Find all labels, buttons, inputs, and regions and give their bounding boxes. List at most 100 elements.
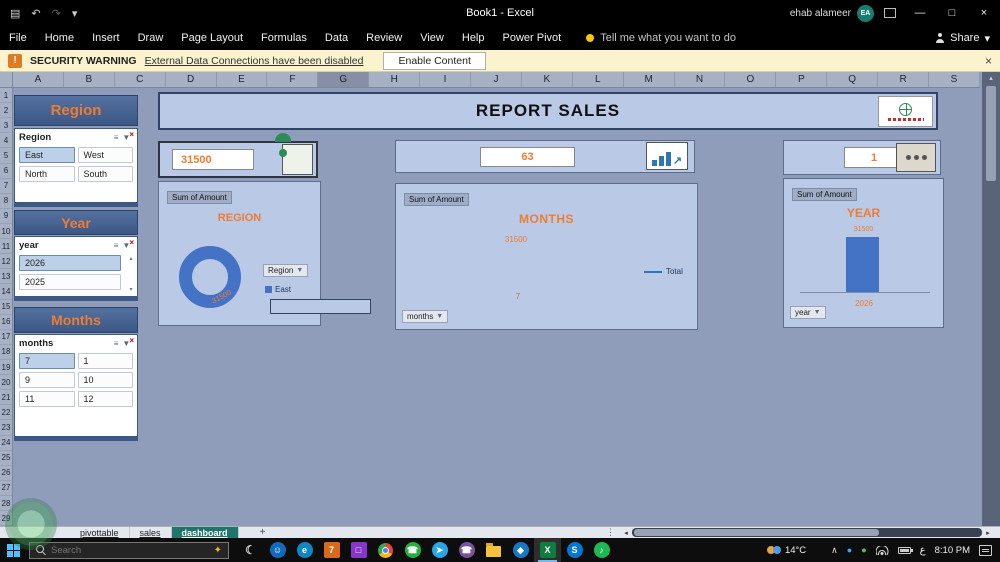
column-header-f[interactable]: F	[267, 72, 319, 87]
row-header-17[interactable]: 17	[0, 330, 12, 345]
slicer-item-10[interactable]: 10	[77, 372, 133, 388]
redo-icon[interactable]: ↷	[52, 7, 61, 20]
row-header-10[interactable]: 10	[0, 224, 12, 240]
sheet-tab-sales[interactable]: sales	[130, 526, 172, 539]
kpi-year-count[interactable]: 1	[783, 140, 941, 175]
horizontal-scroll-thumb[interactable]	[634, 529, 879, 536]
selected-cell[interactable]	[270, 299, 371, 314]
whatsapp-icon[interactable]: ☎	[399, 538, 426, 562]
wifi-icon[interactable]	[875, 545, 889, 555]
slicer-item-north[interactable]: North	[19, 166, 75, 182]
ribbon-tab-data[interactable]: Data	[316, 26, 357, 50]
spotify-icon[interactable]: ♪	[588, 538, 615, 562]
row-header-23[interactable]: 23	[0, 420, 12, 436]
column-header-q[interactable]: Q	[827, 72, 879, 87]
ribbon-tab-power-pivot[interactable]: Power Pivot	[494, 26, 571, 50]
row-header-21[interactable]: 21	[0, 390, 12, 406]
show-hidden-icons[interactable]: ∧	[831, 545, 838, 556]
multi-select-icon[interactable]: ≡	[114, 133, 119, 142]
column-header-j[interactable]: J	[471, 72, 522, 87]
row-header-20[interactable]: 20	[0, 375, 12, 391]
column-header-p[interactable]: P	[776, 72, 828, 87]
browser-icon[interactable]: ◆	[507, 538, 534, 562]
save-icon[interactable]: ▤	[10, 7, 20, 20]
row-header-6[interactable]: 6	[0, 164, 12, 179]
region-slicer[interactable]: Region ≡ ▼ × East West North South	[14, 128, 138, 207]
vertical-scrollbar[interactable]: ▴	[982, 72, 1000, 526]
ribbon-tab-insert[interactable]: Insert	[83, 26, 129, 50]
horizontal-scrollbar[interactable]: ◂ ▸	[620, 527, 994, 539]
row-header-7[interactable]: 7	[0, 179, 12, 194]
column-header-e[interactable]: E	[217, 72, 268, 87]
ribbon-tab-file[interactable]: File	[0, 26, 36, 50]
scroll-right-icon[interactable]: ▸	[982, 529, 994, 537]
close-button[interactable]: ×	[968, 0, 1000, 26]
column-header-c[interactable]: C	[115, 72, 166, 87]
slicer-item-12[interactable]: 12	[77, 391, 133, 407]
column-header-h[interactable]: H	[369, 72, 421, 87]
search-input[interactable]	[51, 544, 209, 556]
scroll-up-icon[interactable]: ▴	[129, 255, 132, 262]
row-header-12[interactable]: 12	[0, 254, 12, 270]
slicer-item-2026[interactable]: 2026	[19, 255, 121, 271]
column-header-n[interactable]: N	[675, 72, 726, 87]
share-button[interactable]: Share ▾	[935, 32, 990, 45]
months-slicer[interactable]: months ≡ ▼ × 7 1 9 10 11 12	[14, 334, 138, 441]
ribbon-tab-page-layout[interactable]: Page Layout	[172, 26, 252, 50]
row-header-22[interactable]: 22	[0, 405, 12, 421]
store-icon[interactable]: □	[345, 538, 372, 562]
slicer-item-south[interactable]: South	[77, 166, 133, 182]
column-header-a[interactable]: A	[13, 72, 64, 87]
row-header-4[interactable]: 4	[0, 133, 12, 149]
column-header-m[interactable]: M	[624, 72, 675, 87]
language-indicator[interactable]: ع	[920, 545, 926, 556]
bluetooth-tray-icon[interactable]: ●	[847, 545, 852, 555]
row-header-11[interactable]: 11	[0, 239, 12, 255]
scrollbar-menu-icon[interactable]: ⋮	[601, 527, 620, 538]
ribbon-tab-review[interactable]: Review	[357, 26, 411, 50]
year-slicer[interactable]: year ≡ ▼ × 2026 2025 ▴ ▾	[14, 236, 138, 301]
undo-icon[interactable]: ↶	[31, 7, 40, 20]
start-button[interactable]	[7, 543, 20, 557]
row-header-25[interactable]: 25	[0, 451, 12, 466]
ribbon-tab-home[interactable]: Home	[36, 26, 83, 50]
row-header-29[interactable]: 29	[0, 511, 12, 527]
ribbon-display-options-icon[interactable]	[884, 8, 896, 18]
scroll-down-icon[interactable]: ▾	[129, 286, 132, 293]
maximize-button[interactable]: □	[936, 0, 968, 26]
row-header-18[interactable]: 18	[0, 345, 12, 360]
slicer-item-2025[interactable]: 2025	[19, 274, 121, 290]
row-header-26[interactable]: 26	[0, 466, 12, 481]
skype-icon[interactable]: S	[561, 538, 588, 562]
slicer-item-1[interactable]: 1	[77, 353, 133, 369]
horizontal-scroll-track[interactable]	[632, 528, 982, 537]
row-header-14[interactable]: 14	[0, 284, 12, 300]
column-header-s[interactable]: S	[929, 72, 980, 87]
clear-filter-icon[interactable]: ▼ ×	[122, 130, 134, 142]
calendar-icon[interactable]: 7	[318, 538, 345, 562]
column-header-g[interactable]: G	[318, 72, 370, 87]
highlights-icon[interactable]: ✦	[214, 545, 222, 556]
select-all-corner[interactable]	[0, 72, 13, 88]
row-header-2[interactable]: 2	[0, 103, 12, 119]
clear-filter-icon[interactable]: ▼ ×	[122, 238, 134, 250]
ribbon-tab-formulas[interactable]: Formulas	[252, 26, 316, 50]
column-header-k[interactable]: K	[522, 72, 573, 87]
field-button-sum-of-amount[interactable]: Sum of Amount	[792, 188, 857, 201]
row-header-16[interactable]: 16	[0, 315, 12, 330]
months-filter-button[interactable]: months ▼	[402, 310, 449, 323]
battery-icon[interactable]	[897, 546, 913, 554]
minimize-button[interactable]: —	[904, 0, 936, 26]
weather-widget[interactable]: 14°C	[766, 545, 806, 556]
field-button-sum-of-amount[interactable]: Sum of Amount	[167, 191, 232, 204]
telegram-icon[interactable]: ➤	[426, 538, 453, 562]
kpi-total-amount[interactable]: 31500	[158, 141, 318, 178]
row-header-24[interactable]: 24	[0, 436, 12, 451]
sheet-tab-pivottable[interactable]: pivottable	[70, 526, 130, 539]
row-header-13[interactable]: 13	[0, 269, 12, 285]
column-header-b[interactable]: B	[64, 72, 115, 87]
account-name[interactable]: ehab alameer	[790, 8, 851, 19]
file-explorer-icon[interactable]	[480, 538, 507, 562]
row-header-19[interactable]: 19	[0, 360, 12, 376]
row-header-28[interactable]: 28	[0, 496, 12, 512]
